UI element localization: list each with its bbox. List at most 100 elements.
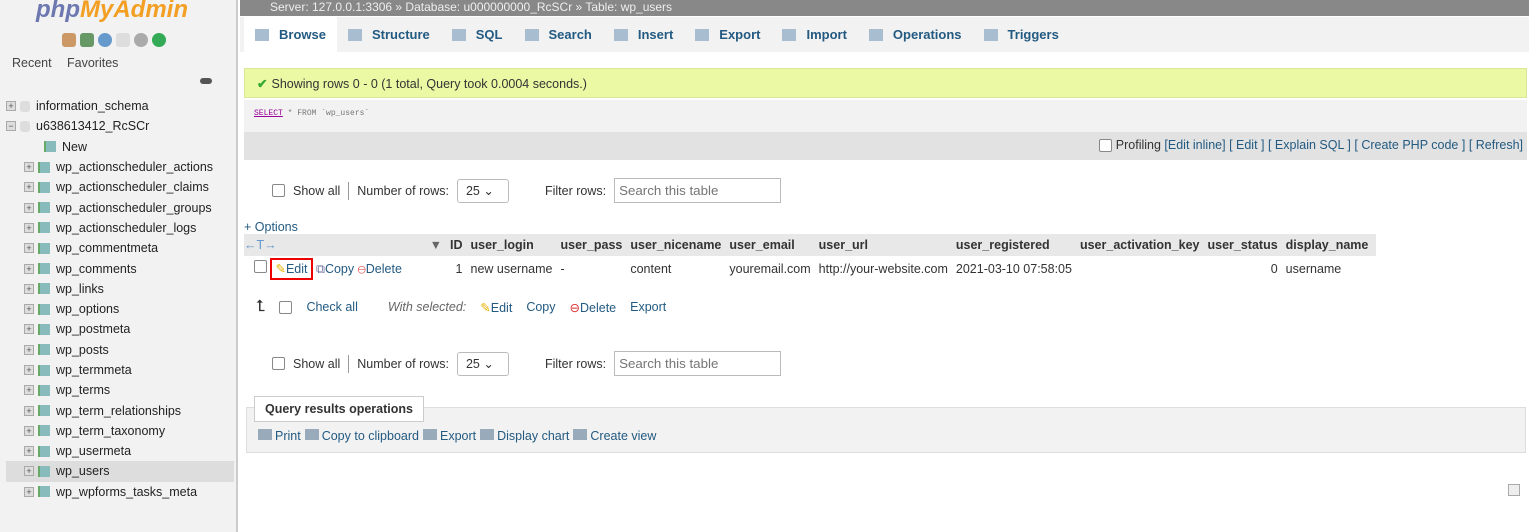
qro-link-export[interactable]: Export [422, 429, 476, 443]
sidebar-table-item[interactable]: + wp_links [6, 279, 234, 299]
breadcrumb[interactable]: Server: 127.0.0.1:3306 » Database: u0000… [240, 0, 1529, 16]
column-header-user_login[interactable]: user_login [470, 234, 561, 256]
edit-link[interactable]: [ Edit ] [1229, 138, 1264, 152]
sidebar-table-item[interactable]: + wp_term_taxonomy [6, 421, 234, 441]
qro-link-create-view[interactable]: Create view [573, 429, 656, 443]
column-header-user_activation_key[interactable]: user_activation_key [1079, 234, 1208, 256]
tab-operations[interactable]: Operations [858, 17, 973, 52]
rows-select-bottom[interactable]: 25 ⌄ [456, 351, 509, 376]
expand-icon[interactable]: + [24, 425, 34, 436]
rows-select[interactable]: 25 ⌄ [456, 178, 509, 203]
expand-icon[interactable]: + [24, 344, 34, 355]
row-checkbox[interactable] [254, 260, 267, 273]
tab-search[interactable]: Search [514, 17, 603, 52]
column-header-user_registered[interactable]: user_registered [955, 234, 1080, 256]
qro-link-copy-to-clipboard[interactable]: Copy to clipboard [304, 429, 419, 443]
sidebar-table-item[interactable]: + wp_postmeta [6, 319, 234, 339]
tab-insert[interactable]: Insert [603, 17, 684, 52]
phpmyadmin-logo[interactable]: phpMyAdmin [36, 0, 188, 24]
expand-icon[interactable]: + [24, 222, 34, 233]
bulk-edit-button[interactable]: ✎Edit [480, 300, 512, 315]
expand-icon[interactable]: + [24, 182, 34, 193]
help-icon[interactable] [98, 33, 112, 47]
sidebar-table-item[interactable]: + wp_commentmeta [6, 238, 234, 258]
expand-icon[interactable]: + [24, 263, 34, 274]
docs-icon[interactable] [116, 33, 130, 47]
expand-icon[interactable]: + [24, 486, 34, 497]
column-header-user_url[interactable]: user_url [818, 234, 956, 256]
copy-row-button[interactable]: ⧉Copy [316, 262, 354, 276]
favorites-tab[interactable]: Favorites [67, 56, 118, 70]
logout-icon[interactable] [80, 33, 94, 47]
sidebar-table-item[interactable]: + wp_posts [6, 340, 234, 360]
expand-icon[interactable]: + [24, 324, 34, 335]
tab-import[interactable]: Import [771, 17, 857, 52]
expand-icon[interactable]: + [24, 365, 34, 375]
expand-icon[interactable]: + [24, 446, 34, 457]
sidebar-table-item[interactable]: + wp_usermeta [6, 441, 234, 461]
link-icon[interactable] [200, 78, 212, 84]
database-icon [20, 100, 30, 112]
settings-icon[interactable] [134, 33, 148, 47]
sidebar-table-item[interactable]: + wp_terms [6, 380, 234, 400]
tab-sql[interactable]: SQL [441, 17, 514, 52]
column-header-user_nicename[interactable]: user_nicename [630, 234, 730, 256]
bulk-export-button[interactable]: Export [630, 300, 666, 314]
tab-structure[interactable]: Structure [337, 17, 441, 52]
expand-icon[interactable]: + [24, 385, 34, 396]
profiling-checkbox[interactable] [1099, 139, 1113, 153]
column-header-display_name[interactable]: display_name [1285, 234, 1377, 256]
db-information-schema[interactable]: + information_schema [6, 96, 234, 116]
reload-icon[interactable] [152, 33, 166, 47]
edit-row-button[interactable]: ✎Edit [270, 258, 313, 280]
sidebar-table-item[interactable]: + wp_comments [6, 258, 234, 278]
check-all-checkbox[interactable] [279, 300, 293, 314]
sidebar-table-item[interactable]: + wp_wpforms_tasks_meta [6, 482, 234, 502]
expand-icon[interactable]: + [24, 202, 34, 213]
show-all-checkbox-bottom[interactable] [272, 357, 285, 370]
tab-triggers[interactable]: Triggers [973, 17, 1070, 52]
expand-icon[interactable]: + [24, 304, 34, 315]
console-icon[interactable] [1508, 484, 1520, 496]
sidebar-table-item[interactable]: + wp_actionscheduler_actions [6, 157, 234, 177]
column-header-user_email[interactable]: user_email [729, 234, 819, 256]
tab-browse[interactable]: Browse [244, 17, 337, 52]
refresh-link[interactable]: [ Refresh] [1469, 138, 1523, 152]
options-toggle[interactable]: + Options [244, 220, 298, 234]
sidebar-table-item[interactable]: + wp_actionscheduler_logs [6, 218, 234, 238]
delete-row-button[interactable]: ⊖Delete [358, 262, 402, 276]
home-icon[interactable] [62, 33, 76, 47]
create-php-link[interactable]: [ Create PHP code ] [1354, 138, 1465, 152]
filter-input-bottom[interactable] [614, 351, 782, 376]
edit-inline-link[interactable]: [Edit inline] [1164, 138, 1225, 152]
expand-icon[interactable]: + [6, 101, 16, 112]
column-resize-controls[interactable]: ←T→ ▼ [244, 234, 450, 256]
column-header-ID[interactable]: ID [450, 234, 471, 256]
sidebar-table-item[interactable]: + wp_termmeta [6, 360, 234, 380]
explain-sql-link[interactable]: [ Explain SQL ] [1268, 138, 1351, 152]
bulk-copy-button[interactable]: Copy [526, 300, 555, 314]
expand-icon[interactable]: + [24, 162, 34, 173]
qro-link-display-chart[interactable]: Display chart [480, 429, 569, 443]
sidebar-table-item[interactable]: + wp_actionscheduler_claims [6, 177, 234, 197]
bulk-delete-button[interactable]: ⊖Delete [570, 300, 617, 315]
expand-icon[interactable]: + [24, 243, 34, 254]
expand-icon[interactable]: + [24, 466, 34, 477]
tab-export[interactable]: Export [684, 17, 771, 52]
check-all-link[interactable]: Check all [306, 300, 357, 314]
new-table[interactable]: New [6, 137, 234, 157]
recent-tab[interactable]: Recent [12, 56, 52, 70]
sidebar-table-item[interactable]: + wp_users [6, 461, 234, 482]
filter-input[interactable] [614, 178, 782, 203]
expand-icon[interactable]: + [24, 405, 34, 416]
sidebar-table-item[interactable]: + wp_options [6, 299, 234, 319]
column-header-user_pass[interactable]: user_pass [560, 234, 631, 256]
sidebar-table-item[interactable]: + wp_actionscheduler_groups [6, 197, 234, 217]
expand-icon[interactable]: + [24, 283, 34, 294]
column-header-user_status[interactable]: user_status [1207, 234, 1286, 256]
sidebar-table-item[interactable]: + wp_term_relationships [6, 400, 234, 420]
collapse-icon[interactable]: − [6, 121, 16, 132]
show-all-checkbox[interactable] [272, 184, 285, 197]
qro-link-print[interactable]: Print [258, 429, 301, 443]
db-u638613412[interactable]: − u638613412_RcSCr [6, 116, 234, 136]
